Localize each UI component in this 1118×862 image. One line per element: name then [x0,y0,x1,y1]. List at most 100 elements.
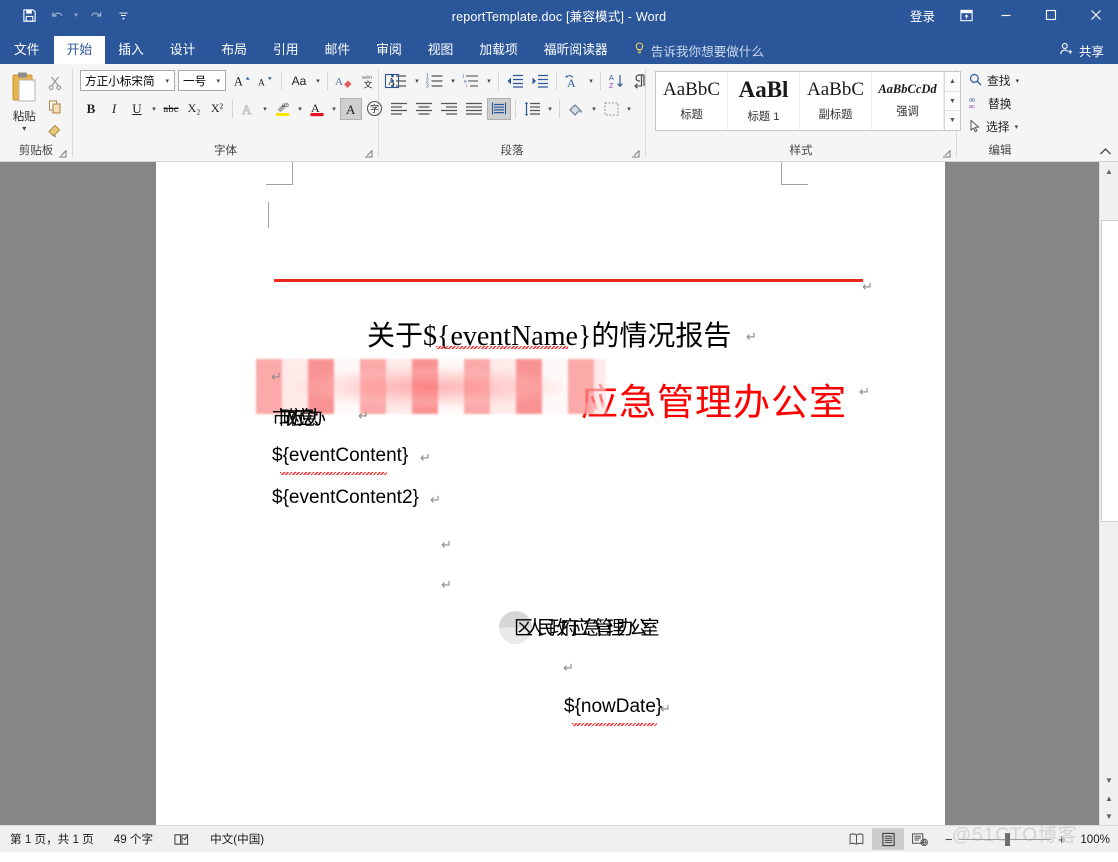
tell-me-search[interactable]: 告诉我你想要做什么 [621,36,772,64]
font-dialog-launcher-icon[interactable] [364,149,374,159]
zoom-slider[interactable]: − + [936,832,1074,847]
tab-design[interactable]: 设计 [157,36,209,64]
tab-references[interactable]: 引用 [260,36,312,64]
copy-icon[interactable] [44,96,66,117]
customize-qat-icon[interactable] [110,3,136,27]
bullets-chevron-down-icon[interactable]: ▾ [412,70,422,92]
character-shading-button[interactable]: A [340,97,362,120]
find-button[interactable]: 查找 ▾ [965,70,1023,91]
shading-chevron-down-icon[interactable]: ▾ [589,98,599,120]
text-highlight-button[interactable]: ab [271,98,294,120]
borders-chevron-down-icon[interactable]: ▾ [624,98,634,120]
italic-button[interactable]: I [103,98,125,120]
undo-dropdown-icon[interactable]: ▾ [72,3,80,27]
tab-view[interactable]: 视图 [415,36,467,64]
tab-mailings[interactable]: 邮件 [312,36,364,64]
zoom-track[interactable] [959,832,1052,846]
numbering-chevron-down-icon[interactable]: ▾ [448,70,458,92]
font-size-combobox[interactable]: 一号 ▾ [178,70,226,91]
tab-review[interactable]: 审阅 [363,36,415,64]
minimize-button[interactable] [983,0,1028,30]
text-effects-button[interactable]: A [237,98,259,120]
font-color-chevron-down-icon[interactable]: ▾ [329,98,339,120]
styles-dialog-launcher-icon[interactable] [942,149,952,159]
ribbon-display-options-icon[interactable] [949,0,983,30]
tab-insert[interactable]: 插入 [105,36,157,64]
view-web-layout-button[interactable] [904,828,936,850]
change-case-button[interactable]: Aa [286,70,312,92]
align-center-button[interactable] [412,98,436,120]
tab-layout[interactable]: 布局 [208,36,260,64]
maximize-button[interactable] [1028,0,1073,30]
sort-button[interactable]: AZ [605,70,628,92]
paste-dropdown-icon[interactable]: ▾ [22,125,26,133]
tab-addins[interactable]: 加载项 [466,36,530,64]
justify-button[interactable] [462,98,486,120]
sign-in-button[interactable]: 登录 [896,6,949,25]
align-right-button[interactable] [437,98,461,120]
chinese-layout-button[interactable]: A [561,70,585,92]
subscript-button[interactable]: X₂ [183,98,205,120]
proofing-status-icon[interactable] [163,832,200,847]
shading-button[interactable] [564,98,588,120]
highlight-chevron-down-icon[interactable]: ▾ [295,98,305,120]
find-chevron-down-icon[interactable]: ▾ [1016,77,1020,85]
font-name-combobox[interactable]: 方正小标宋简 ▾ [80,70,175,91]
font-size-chevron-down-icon[interactable]: ▾ [213,77,223,85]
numbering-button[interactable]: 123 [423,70,447,92]
collapse-ribbon-button[interactable] [1099,147,1112,160]
increase-indent-button[interactable] [528,70,552,92]
bold-button[interactable]: B [80,98,102,120]
paste-button[interactable]: 粘贴 ▾ [6,68,43,133]
view-read-mode-button[interactable] [840,828,872,850]
paragraph-dialog-launcher-icon[interactable] [631,149,641,159]
style-item-title[interactable]: AaBbC 标题 [656,72,728,130]
line-spacing-button[interactable] [520,98,544,120]
next-page-icon[interactable]: ▼ [1100,807,1118,825]
zoom-thumb[interactable] [1005,832,1011,846]
page-indicator[interactable]: 第 1 页，共 1 页 [0,831,104,847]
redo-icon[interactable] [82,3,108,27]
select-button[interactable]: 选择 ▾ [965,116,1022,137]
tab-foxit-reader[interactable]: 福昕阅读器 [531,36,621,64]
word-count[interactable]: 49 个字 [104,831,163,847]
text-effects-chevron-down-icon[interactable]: ▾ [260,98,270,120]
underline-button[interactable]: U [126,98,148,120]
scroll-down-icon[interactable]: ▼ [1100,771,1118,789]
view-print-layout-button[interactable] [872,828,905,850]
align-left-button[interactable] [387,98,411,120]
multilevel-list-button[interactable]: 1ai [459,70,483,92]
multilevel-chevron-down-icon[interactable]: ▾ [484,70,494,92]
document-page[interactable]: 应急管理办公室 ↵ ↵ 关于${eventName}的情况报告 ↵ ↵ 市政府应… [156,162,945,825]
borders-button[interactable] [600,98,623,120]
style-item-heading1[interactable]: AaBl 标题 1 [728,72,800,130]
shrink-font-button[interactable]: A [255,70,277,92]
style-item-subtitle[interactable]: AaBbC 副标题 [800,72,872,130]
font-color-button[interactable]: A [306,98,328,120]
strikethrough-button[interactable]: abc [160,98,182,120]
zoom-out-button[interactable]: − [944,832,953,847]
font-name-chevron-down-icon[interactable]: ▾ [162,77,172,85]
previous-page-icon[interactable]: ▲ [1100,789,1118,807]
superscript-button[interactable]: X² [206,98,228,120]
decrease-indent-button[interactable] [503,70,527,92]
underline-chevron-down-icon[interactable]: ▾ [149,98,159,120]
clipboard-dialog-launcher-icon[interactable] [58,149,68,159]
save-icon[interactable] [16,3,42,27]
distribute-button[interactable] [487,97,511,120]
replace-button[interactable]: ab ac 替换 [965,93,1016,114]
grow-font-button[interactable]: A [231,70,254,92]
change-case-chevron-down-icon[interactable]: ▾ [313,70,323,92]
style-item-emphasis[interactable]: AaBbCcDd 强调 [872,72,944,130]
scroll-up-icon[interactable]: ▲ [1100,162,1118,180]
share-button[interactable]: 共享 [1045,36,1118,64]
close-button[interactable] [1073,0,1118,30]
phonetic-guide-button[interactable]: wén 文 [357,70,380,92]
undo-icon[interactable] [44,3,70,27]
zoom-in-button[interactable]: + [1057,832,1066,847]
clear-formatting-button[interactable]: A [332,70,356,92]
select-chevron-down-icon[interactable]: ▾ [1015,123,1019,131]
scrollbar-thumb[interactable] [1101,220,1118,522]
format-painter-icon[interactable] [44,120,66,141]
tab-file[interactable]: 文件 [0,36,54,64]
